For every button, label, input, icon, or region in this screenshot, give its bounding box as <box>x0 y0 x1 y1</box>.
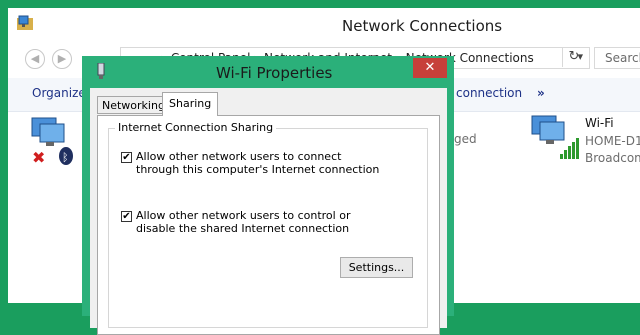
forward-arrow-icon[interactable]: ▶ <box>52 49 72 69</box>
dialog-title: Wi-Fi Properties <box>216 64 333 82</box>
adapter-status-text: ged <box>454 132 477 146</box>
refresh-icon[interactable]: ↻ <box>562 47 585 67</box>
back-arrow-icon[interactable]: ◀ <box>25 49 45 69</box>
search-input[interactable]: Search <box>594 47 640 69</box>
network-adapter-icon <box>97 63 105 79</box>
svg-text:✖: ✖ <box>32 148 45 166</box>
internet-connection-sharing-group: Internet Connection Sharing ✔ Allow othe… <box>108 121 428 328</box>
wifi-connection-name[interactable]: Wi-Fi <box>585 116 614 130</box>
tab-sharing[interactable]: Sharing <box>162 92 219 116</box>
wifi-adapter-name: Broadcom <box>585 151 640 165</box>
svg-text:ᛒ: ᛒ <box>62 151 69 164</box>
tab-networking[interactable]: Networking <box>97 96 170 114</box>
window-titlebar: Network Connections <box>8 8 640 44</box>
wifi-properties-dialog: Wi-Fi Properties ✕ Networking Sharing In… <box>82 56 454 335</box>
settings-button[interactable]: Settings... <box>340 257 413 278</box>
connection-command[interactable]: connection <box>456 86 522 100</box>
allow-control-checkbox[interactable]: ✔ <box>121 211 132 222</box>
allow-connect-checkbox[interactable]: ✔ <box>121 152 132 163</box>
allow-control-label: Allow other network users to control or … <box>136 209 351 235</box>
search-placeholder: Search <box>605 51 640 65</box>
close-button[interactable]: ✕ <box>413 58 447 78</box>
more-commands-chevron-icon[interactable]: » <box>537 86 545 100</box>
bluetooth-network-icon[interactable]: ✖ ᛒ <box>30 116 80 166</box>
allow-connect-label: Allow other network users to connect thr… <box>136 150 380 176</box>
sharing-tab-panel: Internet Connection Sharing ✔ Allow othe… <box>97 115 440 335</box>
dialog-body: Networking Sharing Internet Connection S… <box>90 88 447 335</box>
wifi-network-name: HOME-D12 <box>585 134 640 148</box>
wifi-adapter-icon[interactable] <box>530 114 582 162</box>
group-title: Internet Connection Sharing <box>115 121 277 134</box>
network-folder-icon <box>17 15 33 30</box>
window-title: Network Connections <box>342 17 503 35</box>
